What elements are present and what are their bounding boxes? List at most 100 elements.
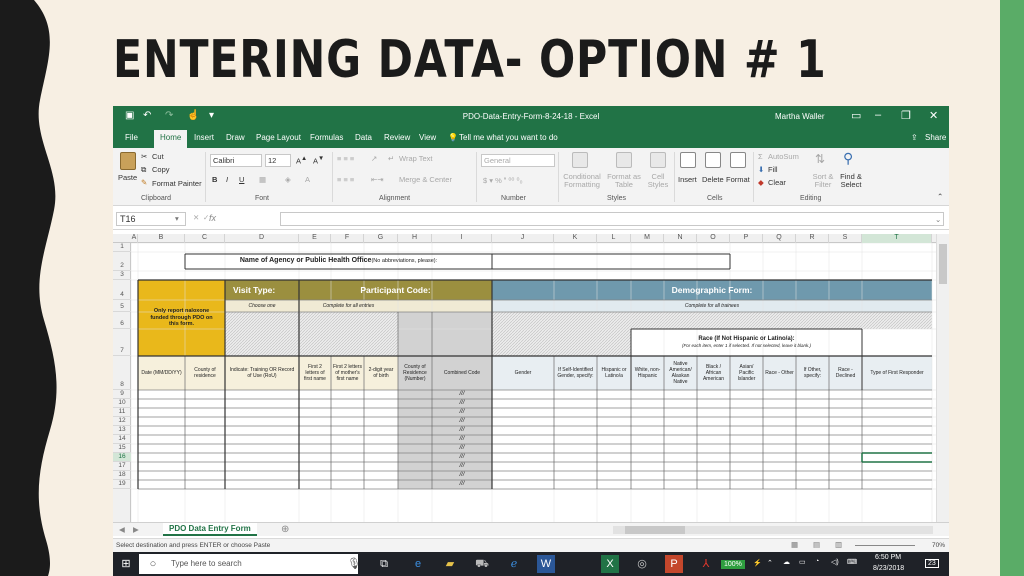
header-if-other[interactable]: If Other, specify: (796, 356, 829, 390)
indent-icon[interactable]: ⇤⇥ (371, 175, 384, 184)
tab-home[interactable]: Home (154, 130, 188, 148)
format-as-table-button[interactable]: Format as Table (606, 172, 642, 190)
delete-button[interactable]: Delete (702, 175, 724, 184)
column-header-n[interactable]: N (664, 234, 697, 243)
merge-center-button[interactable]: Merge & Center (399, 175, 452, 184)
ribbon-display-icon[interactable]: ▭ (851, 109, 861, 122)
clock-time[interactable]: 6:50 PM (875, 554, 901, 561)
clear-button[interactable]: Clear (768, 178, 786, 187)
header-asian[interactable]: Asian/ Pacific Islander (730, 356, 763, 390)
header-county-num[interactable]: County of Residence (Number) (398, 356, 432, 390)
collapse-ribbon-icon[interactable]: ⌃ (937, 192, 943, 201)
sort-icon[interactable]: ⇅ (815, 152, 825, 166)
combined-code-cell[interactable]: /// (432, 462, 492, 471)
row-header-15[interactable]: 15 (113, 444, 131, 453)
taskbar-search[interactable]: Type here to search (139, 554, 358, 574)
copy-button[interactable]: Copy (152, 165, 170, 174)
font-color-icon[interactable]: A (305, 175, 310, 184)
header-race-declined[interactable]: Race - Declined (829, 356, 862, 390)
currency-icon[interactable]: $ ▾ % ❜ ⁰⁰ ⁰₀ (483, 176, 523, 185)
name-box-dropdown-icon[interactable]: ▾ (175, 214, 179, 223)
fill-button[interactable]: Fill (768, 165, 778, 174)
combined-code-cell[interactable]: /// (432, 435, 492, 444)
row-header-3[interactable]: 3 (113, 271, 131, 280)
wifi-icon[interactable]: ◔ (815, 558, 819, 565)
number-format-select[interactable]: General (481, 154, 555, 167)
conditional-formatting-button[interactable]: Conditional Formatting (563, 172, 601, 190)
normal-view-icon[interactable]: ▦ (791, 540, 798, 549)
column-header-q[interactable]: Q (763, 234, 796, 243)
row-header-8[interactable]: 8 (113, 356, 131, 390)
format-button[interactable]: Format (726, 175, 750, 184)
combined-code-cell[interactable]: /// (432, 453, 492, 462)
column-header-k[interactable]: K (554, 234, 597, 243)
column-header-c[interactable]: C (185, 234, 225, 243)
align-top-icon[interactable]: ≡ ≡ ≡ (337, 154, 354, 163)
combined-code-cell[interactable]: /// (432, 417, 492, 426)
column-header-t[interactable]: T (862, 234, 932, 243)
agency-name-label[interactable]: Name of Agency or Public Health Office (… (185, 252, 492, 271)
windows-start-icon[interactable]: ⊞ (117, 555, 135, 573)
format-painter-button[interactable]: Format Painter (152, 179, 202, 188)
find-icon[interactable]: ⚲ (843, 150, 853, 167)
column-header-a[interactable]: A (131, 234, 138, 243)
underline-icon[interactable]: U (239, 175, 244, 184)
edge-icon[interactable]: e (409, 555, 427, 573)
notifications-badge[interactable]: 23 (925, 559, 939, 568)
combined-code-cell[interactable]: /// (432, 390, 492, 399)
header-gender[interactable]: Gender (492, 356, 554, 390)
minimize-icon[interactable]: – (875, 109, 881, 121)
tab-file[interactable]: File (125, 133, 138, 142)
italic-icon[interactable]: I (226, 175, 228, 184)
header-county[interactable]: County of residence (185, 356, 225, 390)
format-painter-icon[interactable]: ✎ (141, 178, 147, 187)
restore-icon[interactable]: ❐ (901, 109, 911, 122)
tab-insert[interactable]: Insert (194, 133, 214, 142)
header-indicate[interactable]: Indicate: Training OR Record of Use (RoU… (225, 356, 299, 390)
insert-button[interactable]: Insert (678, 175, 697, 184)
cut-icon[interactable]: ✂ (141, 152, 147, 161)
header-native[interactable]: Native American/ Alaskan Native (664, 356, 697, 390)
tab-review[interactable]: Review (384, 133, 410, 142)
borders-icon[interactable]: ▦ (259, 175, 266, 184)
paste-button[interactable]: Paste (118, 173, 137, 182)
font-size-select[interactable]: 12 (265, 154, 291, 167)
scroll-thumb[interactable] (939, 244, 947, 284)
row-header-5[interactable]: 5 (113, 300, 131, 312)
clear-icon[interactable]: ◆ (758, 178, 764, 187)
row-header-16[interactable]: 16 (113, 453, 131, 462)
next-sheet-icon[interactable]: ▶ (133, 525, 139, 534)
keyboard-icon[interactable]: ⌨ (847, 558, 857, 566)
row-header-4[interactable]: 4 (113, 280, 131, 300)
word-icon[interactable]: W (537, 555, 555, 573)
close-icon[interactable]: ✕ (929, 109, 938, 122)
row-header-7[interactable]: 7 (113, 329, 131, 356)
tab-data[interactable]: Data (355, 133, 372, 142)
row-header-14[interactable]: 14 (113, 435, 131, 444)
bold-icon[interactable]: B (212, 175, 217, 184)
combined-code-cell[interactable]: /// (432, 444, 492, 453)
column-header-j[interactable]: J (492, 234, 554, 243)
prev-sheet-icon[interactable]: ◀ (119, 525, 125, 534)
column-header-g[interactable]: G (364, 234, 398, 243)
column-header-p[interactable]: P (730, 234, 763, 243)
column-header-s[interactable]: S (829, 234, 862, 243)
page-layout-view-icon[interactable]: ▤ (813, 540, 820, 549)
file-explorer-icon[interactable]: ▰ (441, 555, 459, 573)
combined-code-cell[interactable]: /// (432, 408, 492, 417)
store-icon[interactable]: ⛟ (473, 555, 491, 573)
autosum-button[interactable]: AutoSum (768, 152, 799, 161)
row-header-9[interactable]: 9 (113, 390, 131, 399)
clock-date[interactable]: 8/23/2018 (873, 565, 904, 572)
row-header-2[interactable]: 2 (113, 252, 131, 271)
wrap-text-button[interactable]: Wrap Text (399, 154, 433, 163)
conditional-formatting-icon[interactable] (572, 152, 588, 168)
page-break-view-icon[interactable]: ▥ (835, 540, 842, 549)
display-icon[interactable]: ▭ (799, 558, 806, 566)
header-date[interactable]: Date (MM/DD/YY) (138, 356, 185, 390)
cut-button[interactable]: Cut (152, 152, 164, 161)
column-header-o[interactable]: O (697, 234, 730, 243)
tab-view[interactable]: View (419, 133, 436, 142)
header-hispanic[interactable]: Hispanic or Latino/a (597, 356, 631, 390)
complete-trainees-label[interactable]: Complete for all trainees (492, 300, 932, 312)
